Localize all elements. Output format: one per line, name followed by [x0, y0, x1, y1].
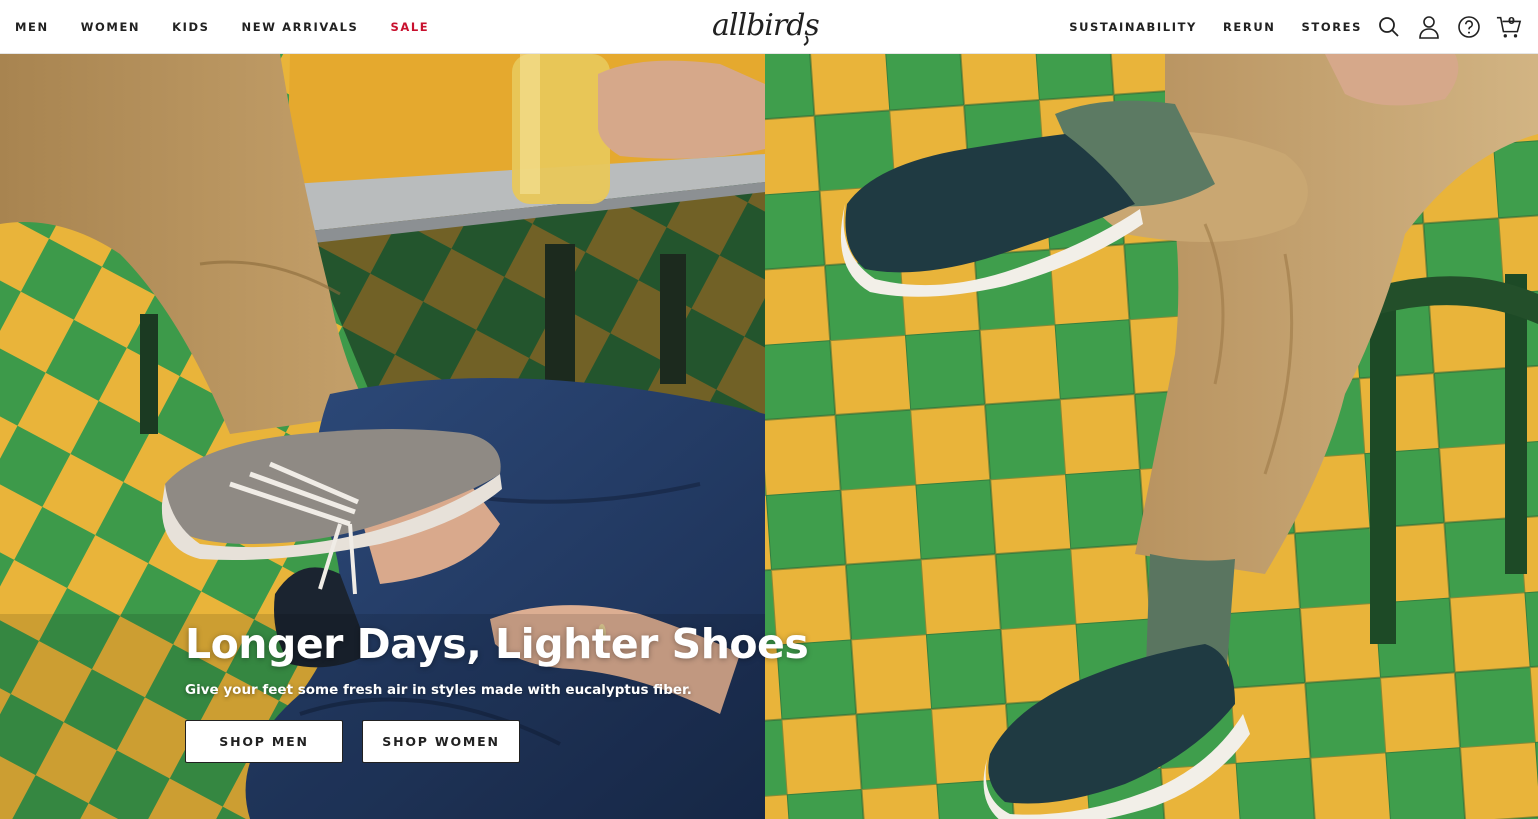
hero-headline: Longer Days, Lighter Shoes — [185, 620, 809, 668]
primary-nav: MEN WOMEN KIDS NEW ARRIVALS SALE — [15, 0, 461, 54]
nav-new-arrivals[interactable]: NEW ARRIVALS — [242, 20, 359, 34]
shop-women-button[interactable]: SHOP WOMEN — [362, 720, 520, 763]
allbirds-logo[interactable]: allbirds — [710, 6, 822, 46]
site-header: MEN WOMEN KIDS NEW ARRIVALS SALE allbird… — [0, 0, 1538, 54]
hero-copy: Longer Days, Lighter Shoes Give your fee… — [185, 620, 809, 763]
nav-rerun[interactable]: RERUN — [1223, 20, 1276, 34]
nav-sale[interactable]: SALE — [390, 20, 429, 34]
cart-icon[interactable]: 0 — [1496, 14, 1522, 40]
nav-men[interactable]: MEN — [15, 20, 49, 34]
nav-women[interactable]: WOMEN — [81, 20, 140, 34]
hero-cta-row: SHOP MEN SHOP WOMEN — [185, 720, 808, 763]
hero-subheadline: Give your feet some fresh air in styles … — [185, 682, 692, 698]
nav-stores[interactable]: STORES — [1302, 20, 1363, 34]
allbirds-wordmark: allbirds — [712, 8, 820, 46]
hero-banner: Longer Days, Lighter Shoes Give your fee… — [0, 54, 1538, 819]
logo-text: allbirds — [712, 8, 819, 43]
search-icon[interactable] — [1376, 14, 1402, 40]
user-icon[interactable] — [1416, 14, 1442, 40]
shop-men-button[interactable]: SHOP MEN — [185, 720, 343, 763]
hero-image-right — [765, 54, 1538, 819]
help-icon[interactable] — [1456, 14, 1482, 40]
secondary-nav: SUSTAINABILITY RERUN STORES 0 — [1043, 0, 1522, 54]
cart-count: 0 — [1508, 16, 1515, 27]
nav-kids[interactable]: KIDS — [172, 20, 209, 34]
nav-sustainability[interactable]: SUSTAINABILITY — [1069, 20, 1197, 34]
